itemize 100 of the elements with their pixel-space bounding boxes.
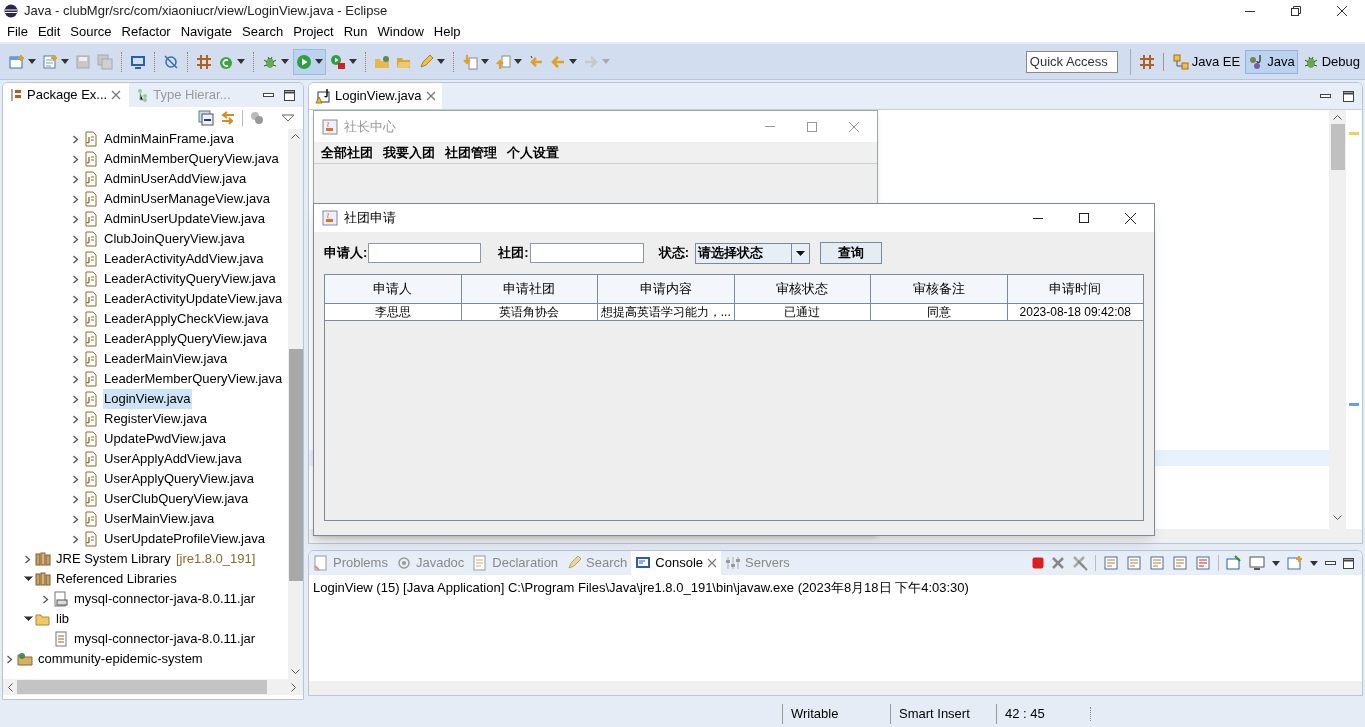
tree-item[interactable]: UserApplyAddView.java <box>103 449 243 469</box>
tree-item[interactable]: community-epidemic-system <box>37 649 204 669</box>
club-input[interactable] <box>529 243 644 263</box>
caret-icon[interactable] <box>437 59 445 64</box>
menu-item[interactable]: 全部社团 <box>316 142 378 163</box>
perspective-button[interactable]: Java <box>1245 49 1298 74</box>
tree-item[interactable]: AdminMainFrame.java <box>103 129 236 149</box>
close-tab-icon[interactable] <box>425 91 436 101</box>
occurrence-marker[interactable] <box>1349 403 1359 406</box>
remove-all-icon[interactable] <box>1072 555 1088 571</box>
tree-item[interactable]: AdminUserManageView.java <box>103 189 271 209</box>
scrollbar-thumb[interactable] <box>17 680 267 694</box>
menu-item[interactable]: Source <box>65 22 117 42</box>
tree-item[interactable]: AdminUserAddView.java <box>103 169 248 189</box>
column-header[interactable]: 申请内容 <box>597 275 734 303</box>
tree-item[interactable]: LeaderApplyQueryView.java <box>103 329 269 349</box>
maximize-icon[interactable] <box>1343 557 1354 569</box>
tree-item[interactable]: ClubJoinQueryView.java <box>103 229 246 249</box>
column-header[interactable]: 申请社团 <box>460 275 597 303</box>
tree-item[interactable]: UserUpdateProfileView.java <box>103 529 266 549</box>
tree-item[interactable]: UserApplyQueryView.java <box>103 469 256 489</box>
menu-item[interactable]: Edit <box>32 22 66 42</box>
applicant-input[interactable] <box>368 243 482 263</box>
circles-icon[interactable] <box>249 110 265 126</box>
status-dropdown[interactable]: 请选择状态 <box>695 242 811 264</box>
caret-icon[interactable] <box>569 59 577 64</box>
scrollbar-thumb[interactable] <box>1330 124 1345 170</box>
tree-item[interactable]: AdminMemberQueryView.java <box>103 149 280 169</box>
perspective-button[interactable]: Java EE <box>1169 49 1244 74</box>
menu-item[interactable]: File <box>2 22 33 42</box>
tree-item[interactable]: AdminUserUpdateView.java <box>103 209 266 229</box>
minimize-icon[interactable] <box>1033 217 1043 219</box>
scroll-right-icon[interactable] <box>291 682 297 692</box>
query-button[interactable]: 查询 <box>820 242 883 264</box>
tree-item[interactable]: JRE System Library <box>55 549 172 569</box>
scrollbar-thumb[interactable] <box>288 349 303 581</box>
menu-item[interactable]: Run <box>338 22 373 42</box>
caret-icon[interactable] <box>349 59 357 64</box>
caret-icon[interactable] <box>237 59 245 64</box>
collapse-arrow-icon[interactable] <box>23 615 33 623</box>
play-toolbox-icon[interactable] <box>330 53 346 70</box>
tree-item[interactable]: UpdatePwdView.java <box>103 429 227 449</box>
caret-icon[interactable] <box>514 59 522 64</box>
tree-item[interactable]: mysql-connector-java-8.0.11.jar <box>73 629 257 649</box>
vertical-scrollbar[interactable] <box>1329 110 1346 529</box>
column-header[interactable]: 申请时间 <box>1006 275 1143 303</box>
caret-icon[interactable] <box>315 59 323 64</box>
pin-icon[interactable] <box>1226 555 1242 571</box>
scroll-down-icon[interactable] <box>291 669 300 675</box>
close-icon[interactable] <box>1125 212 1136 224</box>
caret-icon[interactable] <box>28 59 36 64</box>
remove-icon[interactable] <box>1051 556 1065 570</box>
monitor-icon[interactable] <box>130 53 146 70</box>
menu-item[interactable]: Search <box>237 22 289 42</box>
menu-item[interactable]: 我要入团 <box>378 142 440 163</box>
column-header[interactable]: 申请人 <box>325 275 461 303</box>
quick-access-field[interactable]: Quick Access <box>1025 50 1118 73</box>
menu-item[interactable]: Refactor <box>116 22 176 42</box>
menu-item[interactable]: Navigate <box>175 22 237 42</box>
grid-icon[interactable] <box>1138 53 1155 70</box>
collapse-all-icon[interactable] <box>198 110 214 126</box>
maximize-icon[interactable] <box>1343 90 1354 102</box>
grid-icon[interactable] <box>196 53 212 70</box>
tree-item[interactable]: RegisterView.java <box>103 409 209 429</box>
column-header[interactable]: 审核备注 <box>870 275 1007 303</box>
caret-icon[interactable] <box>1310 560 1318 566</box>
tree-item[interactable]: LeaderActivityAddView.java <box>103 249 265 269</box>
menu-item[interactable]: Project <box>288 22 339 42</box>
monitor-icon[interactable] <box>1249 555 1265 571</box>
close-tab-icon[interactable] <box>111 90 122 100</box>
perspective-button[interactable]: Debug <box>1299 49 1363 74</box>
tree-item[interactable]: LoginView.java <box>103 389 192 409</box>
tree-item[interactable]: LeaderActivityUpdateView.java <box>103 289 284 309</box>
caret-icon[interactable] <box>1272 560 1280 566</box>
caret-icon[interactable] <box>281 59 289 64</box>
maximize-icon[interactable] <box>1079 213 1089 223</box>
crossed-circle-icon[interactable] <box>163 53 179 70</box>
horizontal-scrollbar[interactable] <box>309 681 1362 695</box>
warning-marker[interactable] <box>1349 132 1359 135</box>
menu-item[interactable]: 社团管理 <box>440 142 502 163</box>
menu-item[interactable]: Window <box>372 22 429 42</box>
tree-item[interactable]: LeaderApplyCheckView.java <box>103 309 270 329</box>
tree-item[interactable]: LeaderMemberQueryView.java <box>103 369 284 389</box>
tree-item[interactable]: lib <box>55 609 70 629</box>
scroll-left-icon[interactable] <box>7 682 13 692</box>
menu-item[interactable]: 个人设置 <box>502 142 564 163</box>
close-tab-icon[interactable] <box>707 558 717 568</box>
maximize-icon[interactable] <box>284 89 295 101</box>
vertical-scrollbar[interactable] <box>288 129 303 679</box>
scroll-down-icon[interactable] <box>1333 515 1342 521</box>
folder-globe-icon[interactable] <box>374 53 390 70</box>
caret-icon[interactable] <box>61 59 69 64</box>
tree-item[interactable]: LeaderActivityQueryView.java <box>103 269 277 289</box>
link-arrows-icon[interactable] <box>220 110 236 126</box>
menu-item[interactable]: Help <box>428 22 466 42</box>
tree-item[interactable]: LeaderMainView.java <box>103 349 229 369</box>
tree-item[interactable]: UserClubQueryView.java <box>103 489 250 509</box>
collapse-arrow-icon[interactable] <box>23 575 33 583</box>
column-header[interactable]: 审核状态 <box>733 275 870 303</box>
tree-item[interactable]: Referenced Libraries <box>55 569 178 589</box>
